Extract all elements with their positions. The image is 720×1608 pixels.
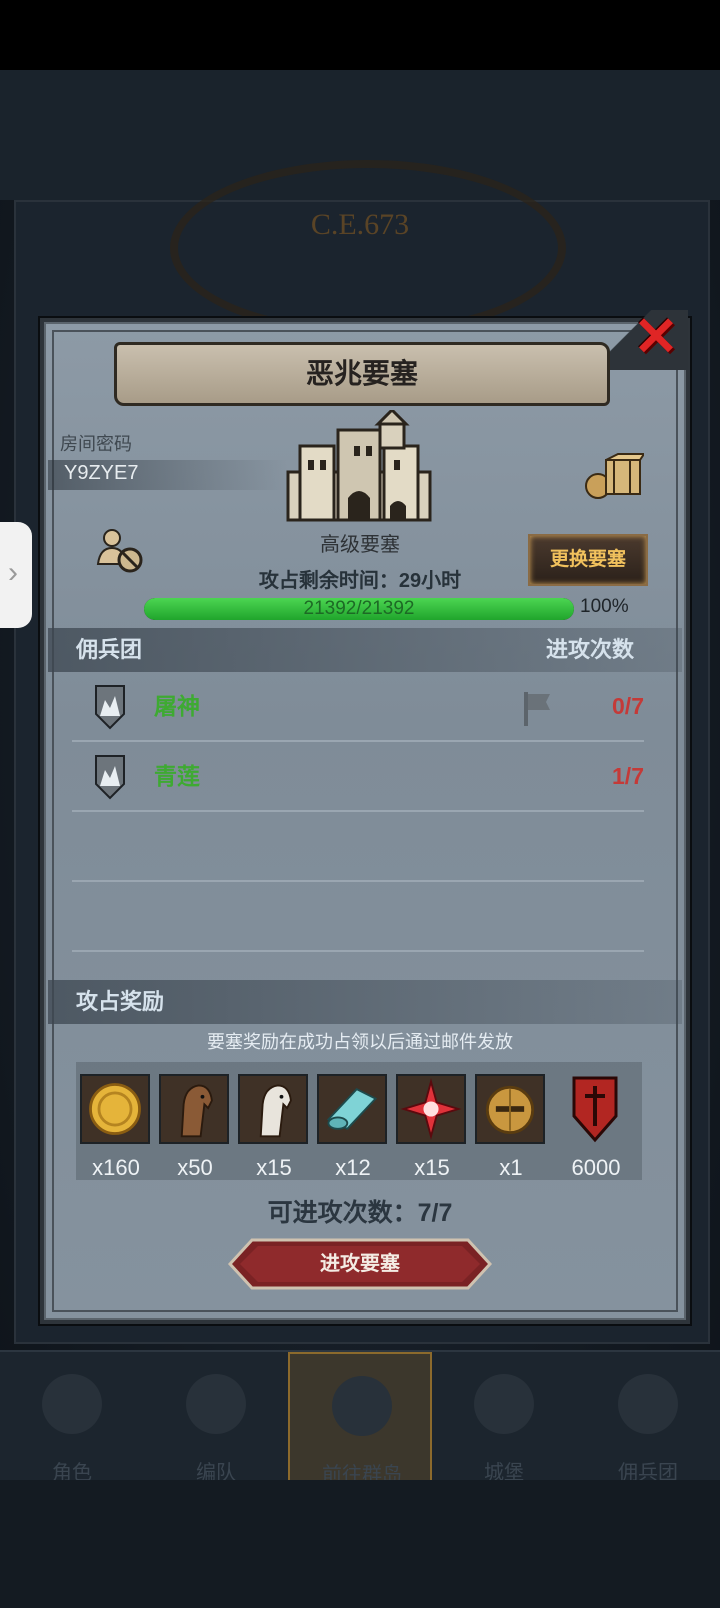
attacks-available: 可进攻次数：7/7	[267, 1199, 453, 1227]
reward-item[interactable]: x50	[159, 1074, 231, 1181]
close-button[interactable]: ✕	[632, 310, 680, 364]
empty-guild-row	[72, 812, 644, 882]
reward-item[interactable]: x160	[80, 1074, 152, 1181]
era-label: C.E.673	[310, 208, 410, 241]
sword-shield-icon	[572, 1076, 618, 1143]
nav-character[interactable]: 角色	[0, 1352, 144, 1484]
room-password-label: 房间密码	[60, 434, 132, 454]
fortress-icon	[286, 410, 432, 522]
knight-helmet-icon	[475, 1074, 545, 1144]
side-drawer-tab[interactable]: ›	[0, 522, 32, 628]
guild-name: 青莲	[154, 763, 200, 789]
capture-time-remaining: 攻占剩余时间：29小时	[258, 570, 462, 592]
rewards-section-header: 攻占奖励	[48, 980, 682, 1024]
flag-icon	[524, 692, 550, 726]
reward-quantity: 6000	[571, 1155, 621, 1180]
attack-fortress-button[interactable]: 进攻要塞	[216, 1238, 504, 1290]
nav-castle[interactable]: 城堡	[432, 1352, 576, 1484]
gold-coin-icon	[80, 1074, 150, 1144]
room-password-value[interactable]: Y9ZYE7	[64, 462, 138, 485]
nav-islands[interactable]: 前往群岛	[288, 1352, 432, 1486]
title-banner: 恶兆要塞	[114, 342, 610, 406]
status-bar-area	[0, 0, 720, 70]
nav-mercenary[interactable]: 佣兵团	[576, 1352, 720, 1484]
chevron-right-icon: ›	[8, 556, 18, 589]
fortress-hp-text: 21392/21392	[303, 598, 415, 619]
reward-item[interactable]: 6000	[560, 1074, 632, 1181]
nav-formation[interactable]: 编队	[144, 1352, 288, 1484]
formation-icon	[186, 1374, 246, 1434]
user-blocked-icon[interactable]	[96, 526, 144, 574]
rewards-header: 攻占奖励	[76, 989, 165, 1014]
guild-name: 屠神	[154, 693, 200, 719]
reward-quantity: x1	[499, 1155, 523, 1180]
reward-item[interactable]: x15	[238, 1074, 310, 1181]
guild-attack-count: 0/7	[612, 693, 644, 719]
guild-row[interactable]: 屠神 0/7	[72, 672, 644, 742]
fortress-level: 高级要塞	[320, 534, 400, 556]
fortress-hp-percent: 100%	[580, 596, 629, 617]
islands-icon	[332, 1376, 392, 1436]
attacks-header: 进攻次数	[545, 637, 634, 662]
guild-row[interactable]: 青莲 1/7	[72, 742, 644, 812]
supply-chest-icon[interactable]	[584, 452, 644, 500]
dialog-title: 恶兆要塞	[305, 358, 418, 389]
reward-quantity: x50	[177, 1155, 213, 1180]
fortress-hp-bar: 21392/21392	[144, 598, 574, 620]
guild-attack-count: 1/7	[612, 763, 644, 789]
brown-horse-icon	[159, 1074, 229, 1144]
mercenary-section-header: 佣兵团 进攻次数	[48, 628, 682, 672]
guild-shield-icon	[95, 755, 125, 800]
bottom-navigation: 角色 编队 前往群岛 城堡 佣兵团	[0, 1350, 720, 1486]
attack-button-label: 进攻要塞	[320, 1253, 400, 1275]
mercenary-icon	[618, 1374, 678, 1434]
red-star-icon	[396, 1074, 466, 1144]
reward-item[interactable]: x15	[396, 1074, 468, 1181]
empty-guild-row	[72, 882, 644, 952]
bottom-background	[0, 1480, 720, 1608]
character-icon	[42, 1374, 102, 1434]
guild-shield-icon	[95, 685, 125, 730]
reward-quantity: x12	[335, 1155, 371, 1180]
reward-item[interactable]: x1	[475, 1074, 547, 1181]
reward-quantity: x15	[256, 1155, 292, 1180]
reward-quantity: x160	[92, 1155, 140, 1180]
castle-icon	[474, 1374, 534, 1434]
white-horse-icon	[238, 1074, 308, 1144]
mercenary-header: 佣兵团	[76, 637, 143, 662]
cloth-scroll-icon	[317, 1074, 387, 1144]
reward-quantity: x15	[414, 1155, 450, 1180]
rewards-note: 要塞奖励在成功占领以后通过邮件发放	[207, 1032, 513, 1052]
reward-item[interactable]: x12	[317, 1074, 389, 1181]
